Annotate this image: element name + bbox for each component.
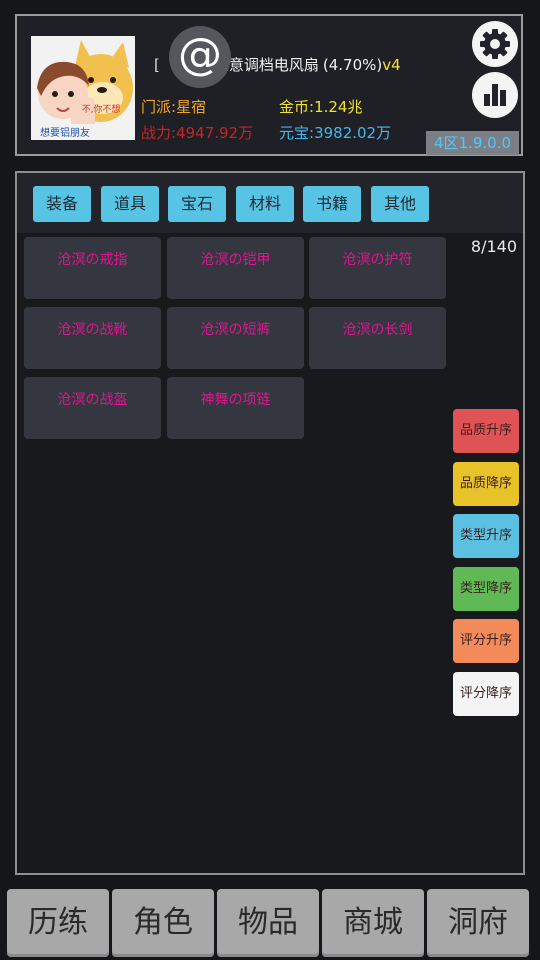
sort-score-asc-button[interactable]: 评分升序 [453,619,519,663]
nav-items[interactable]: 物品 [217,889,319,957]
nav-character[interactable]: 角色 [112,889,214,957]
inventory-item[interactable]: 沧溟の长剑 [309,307,446,369]
inventory-panel: 装备 道具 宝石 材料 书籍 其他 8/140 沧溟の戒指 沧溟の铠甲 沧溟の护… [15,171,525,875]
at-sign-icon[interactable]: @ [169,26,231,88]
player-percent: (4.70%) [322,56,383,74]
tab-books[interactable]: 书籍 [303,186,361,222]
sort-type-desc-button[interactable]: 类型降序 [453,567,519,611]
gold-stat: 金币:1.24兆 [279,96,362,117]
inventory-item[interactable]: 沧溟の战盔 [24,377,161,439]
power-stat: 战力:4947.92万 [141,122,253,143]
sect-value: 星宿 [176,98,207,116]
bottom-navigation: 历练 角色 物品 商城 洞府 [0,885,540,960]
avatar-speech-text: 不,你不想 [82,103,121,115]
sort-type-asc-button[interactable]: 类型升序 [453,514,519,558]
nav-training[interactable]: 历练 [7,889,109,957]
tab-materials[interactable]: 材料 [236,186,294,222]
sort-score-desc-button[interactable]: 评分降序 [453,672,519,716]
power-label: 战力: [141,124,177,142]
tab-gems[interactable]: 宝石 [168,186,226,222]
yuanbao-label: 元宝: [279,124,315,142]
rankings-button[interactable] [472,72,518,118]
server-version-badge: 4区1.9.0.0 [426,131,519,155]
tab-props[interactable]: 道具 [101,186,159,222]
inventory-item[interactable]: 神舞の项链 [167,377,304,439]
sort-quality-asc-button[interactable]: 品质升序 [453,409,519,453]
inventory-item[interactable]: 沧溟の护符 [309,237,446,299]
yuanbao-stat: 元宝:3982.02万 [279,122,391,143]
inventory-count: 8/140 [470,237,517,256]
tab-others[interactable]: 其他 [371,186,429,222]
yuanbao-value: 3982.02万 [314,124,392,142]
nav-shop[interactable]: 商城 [322,889,424,957]
gold-value: 1.24兆 [314,98,363,116]
gold-label: 金币: [279,98,315,116]
power-value: 4947.92万 [176,124,254,142]
avatar-caption-text: 想要铝朋友 [40,126,90,139]
sort-quality-desc-button[interactable]: 品质降序 [453,462,519,506]
inventory-item[interactable]: 沧溟の铠甲 [167,237,304,299]
player-version-tag: v4 [382,56,401,74]
gear-icon [480,29,510,59]
category-tab-bar: 装备 道具 宝石 材料 书籍 其他 [17,173,523,233]
bar-chart-icon [484,84,506,106]
nav-cave[interactable]: 洞府 [427,889,529,957]
inventory-item[interactable]: 沧溟の戒指 [24,237,161,299]
settings-button[interactable] [472,21,518,67]
player-avatar[interactable]: 不,你不想 想要铝朋友 [31,36,135,140]
sect-stat: 门派:星宿 [141,96,206,117]
inventory-item[interactable]: 沧溟の战靴 [24,307,161,369]
sect-label: 门派: [141,98,177,116]
tab-equipment[interactable]: 装备 [33,186,91,222]
title-bracket: [ [154,56,160,74]
inventory-item[interactable]: 沧溟の短裤 [167,307,304,369]
